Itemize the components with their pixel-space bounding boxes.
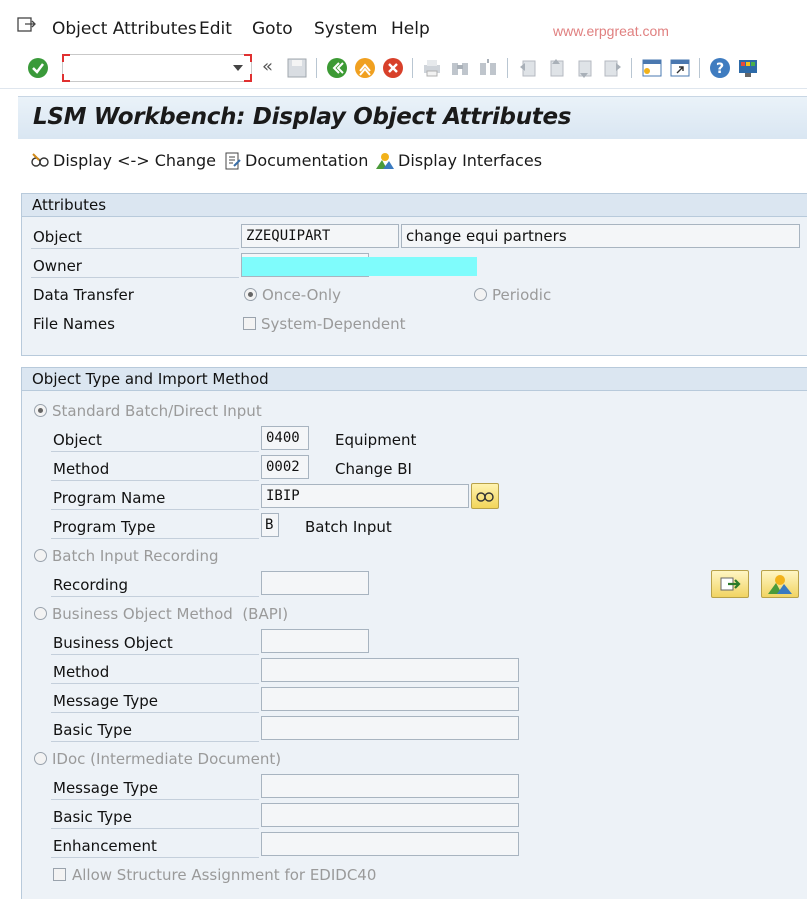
program-type-field[interactable]: B	[261, 513, 279, 537]
next-page-icon[interactable]	[573, 57, 595, 79]
help-icon[interactable]: ?	[709, 57, 731, 79]
standard-toolbar: « ?	[0, 50, 807, 89]
display-change-label: Display <-> Change	[53, 151, 216, 170]
interfaces-button[interactable]	[761, 570, 799, 598]
documentation-button[interactable]: Documentation	[222, 151, 368, 170]
standard-batch-radio[interactable]	[34, 404, 47, 417]
idoc-label: IDoc (Intermediate Document)	[52, 750, 282, 768]
object-field[interactable]: ZZEQUIPART	[241, 224, 399, 248]
cancel-icon[interactable]	[382, 57, 404, 79]
object-description-field: change equi partners	[401, 224, 800, 248]
enter-icon[interactable]	[27, 57, 49, 79]
title-bar: LSM Workbench: Display Object Attributes	[18, 96, 807, 140]
page-title: LSM Workbench: Display Object Attributes	[33, 104, 572, 130]
periodic-radio[interactable]	[474, 288, 487, 301]
recording-label: Recording	[53, 576, 129, 594]
bapi-label: Business Object Method (BAPI)	[52, 605, 289, 623]
bapi-method-label: Method	[53, 663, 110, 681]
bapi-basic-type-field[interactable]	[261, 716, 519, 740]
bapi-radio[interactable]	[34, 607, 47, 620]
glasses-icon	[476, 492, 494, 502]
collapse-toolbar-icon[interactable]: «	[262, 56, 273, 77]
idoc-basic-type-field[interactable]	[261, 803, 519, 827]
business-object-label: Business Object	[53, 634, 173, 652]
import-method-label: Method	[53, 460, 110, 478]
batch-recording-label: Batch Input Recording	[52, 547, 219, 565]
import-method-header: Object Type and Import Method	[22, 368, 807, 391]
dropdown-arrow-icon[interactable]	[232, 64, 244, 72]
attributes-header: Attributes	[22, 194, 807, 217]
idoc-message-type-label: Message Type	[53, 779, 158, 797]
idoc-basic-type-label: Basic Type	[53, 808, 132, 826]
create-session-icon[interactable]	[641, 57, 663, 79]
system-dependent-checkbox[interactable]	[243, 317, 256, 330]
display-change-button[interactable]: Display <-> Change	[30, 151, 216, 170]
previous-page-icon[interactable]	[545, 57, 567, 79]
exit-icon[interactable]	[354, 57, 376, 79]
find-icon[interactable]	[449, 57, 471, 79]
file-names-label: File Names	[33, 315, 115, 333]
find-next-icon[interactable]	[477, 57, 499, 79]
save-icon[interactable]	[286, 57, 308, 79]
print-icon[interactable]	[421, 57, 443, 79]
svg-text:?: ?	[716, 61, 724, 77]
standard-batch-label: Standard Batch/Direct Input	[52, 402, 262, 420]
once-only-radio[interactable]	[244, 288, 257, 301]
shortcut-icon[interactable]	[669, 57, 691, 79]
bapi-method-field[interactable]	[261, 658, 519, 682]
system-dependent-label: System-Dependent	[261, 315, 406, 333]
watermark-text: www.erpgreat.com	[553, 23, 669, 39]
first-page-icon[interactable]	[517, 57, 539, 79]
bapi-message-type-field[interactable]	[261, 687, 519, 711]
program-name-field[interactable]: IBIP	[261, 484, 469, 508]
interfaces-icon	[376, 152, 394, 169]
display-interfaces-button[interactable]: Display Interfaces	[375, 151, 542, 170]
object-label: Object	[33, 228, 82, 246]
once-only-label: Once-Only	[262, 286, 341, 304]
display-program-button[interactable]	[471, 483, 499, 509]
idoc-radio[interactable]	[34, 752, 47, 765]
menu-edit[interactable]: Edit	[199, 19, 232, 39]
allow-structure-label: Allow Structure Assignment for EDIDC40	[72, 866, 377, 884]
import-object-label: Object	[53, 431, 102, 449]
import-method-desc: Change BI	[335, 460, 412, 478]
arrow-right-icon	[720, 577, 741, 591]
owner-label: Owner	[33, 257, 82, 275]
import-object-field[interactable]: 0400	[261, 426, 309, 450]
periodic-label: Periodic	[492, 286, 552, 304]
display-interfaces-label: Display Interfaces	[398, 151, 543, 170]
customize-layout-icon[interactable]	[737, 57, 759, 79]
menu-object-attributes[interactable]: Object Attributes	[52, 19, 197, 39]
program-type-desc: Batch Input	[305, 518, 392, 536]
data-transfer-label: Data Transfer	[33, 286, 134, 304]
menu-help[interactable]: Help	[391, 19, 430, 39]
last-page-icon[interactable]	[601, 57, 623, 79]
menu-goto[interactable]: Goto	[252, 19, 293, 39]
program-type-label: Program Type	[53, 518, 156, 536]
program-name-label: Program Name	[53, 489, 166, 507]
import-object-desc: Equipment	[335, 431, 417, 449]
transfer-button[interactable]	[711, 570, 749, 598]
glasses-pencil-icon	[31, 152, 49, 167]
enhancement-field[interactable]	[261, 832, 519, 856]
bapi-message-type-label: Message Type	[53, 692, 158, 710]
enhancement-label: Enhancement	[53, 837, 157, 855]
business-object-field[interactable]	[261, 629, 369, 653]
documentation-label: Documentation	[245, 151, 369, 170]
menu-toggle-icon[interactable]	[17, 17, 37, 33]
owner-highlight	[242, 257, 477, 276]
menu-bar: Object Attributes Edit Goto System Help …	[0, 0, 807, 50]
menu-system[interactable]: System	[314, 19, 377, 39]
batch-recording-radio[interactable]	[34, 549, 47, 562]
application-toolbar: Display <-> Change Documentation Display…	[18, 139, 807, 184]
bapi-basic-type-label: Basic Type	[53, 721, 132, 739]
back-icon[interactable]	[326, 57, 348, 79]
allow-structure-checkbox[interactable]	[53, 868, 66, 881]
idoc-message-type-field[interactable]	[261, 774, 519, 798]
recording-field[interactable]	[261, 571, 369, 595]
interfaces-icon	[768, 575, 792, 594]
command-field[interactable]	[62, 54, 252, 82]
import-method-field[interactable]: 0002	[261, 455, 309, 479]
document-icon	[225, 152, 241, 169]
